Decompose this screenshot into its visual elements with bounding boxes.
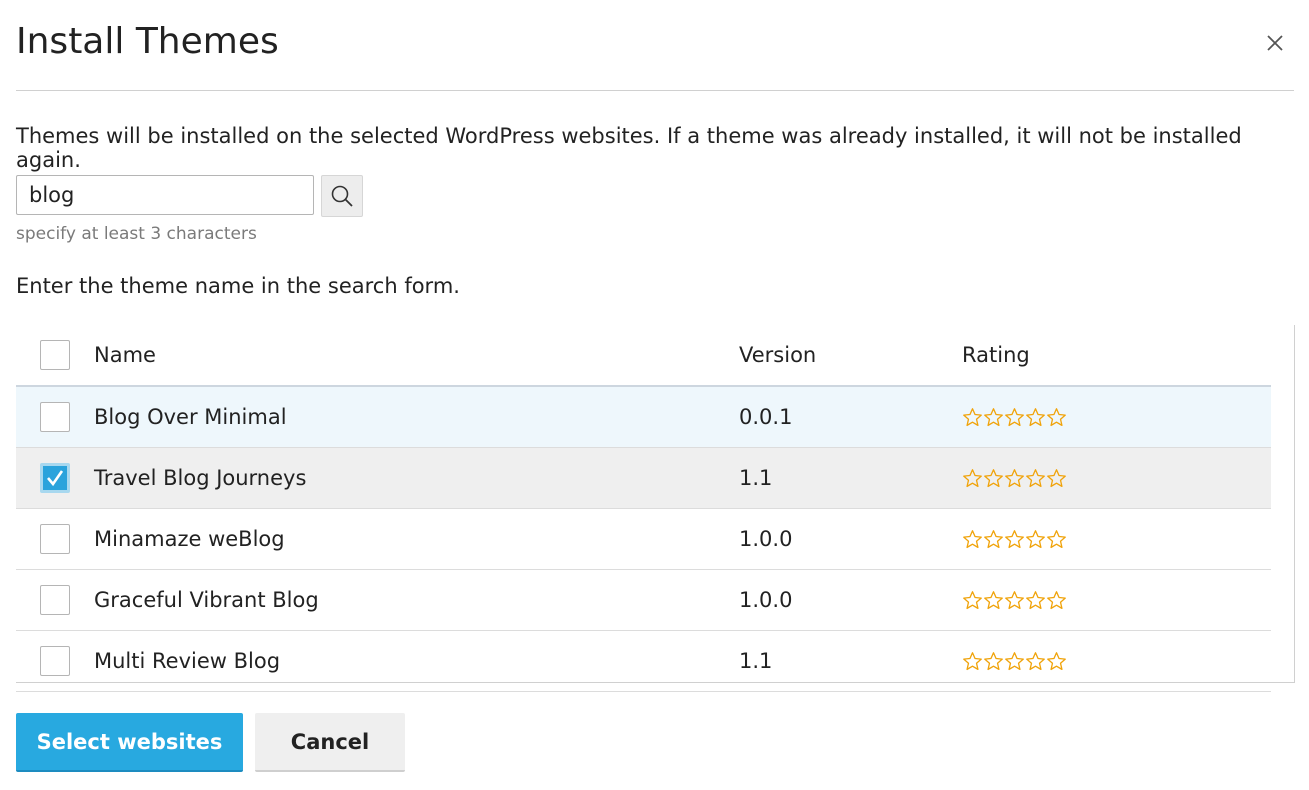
row-checkbox[interactable] [40, 463, 70, 493]
search-icon [331, 185, 353, 207]
close-button[interactable] [1262, 30, 1288, 56]
theme-name: Blog Over Minimal [94, 405, 287, 429]
star-icon [1047, 469, 1066, 488]
star-icon [1005, 591, 1024, 610]
rating-stars [962, 529, 1067, 550]
star-icon [1047, 652, 1066, 671]
checkmark-icon [47, 470, 64, 487]
row-checkbox[interactable] [40, 585, 70, 615]
search-button[interactable] [321, 175, 363, 217]
star-icon [963, 408, 982, 427]
star-icon [1026, 652, 1045, 671]
theme-name: Minamaze weBlog [94, 527, 285, 551]
star-icon [963, 530, 982, 549]
cancel-button[interactable]: Cancel [255, 713, 405, 772]
rating-stars [962, 651, 1067, 672]
star-icon [1005, 652, 1024, 671]
table-header: Name Version Rating [16, 325, 1271, 387]
theme-version: 1.0.0 [739, 588, 793, 612]
star-icon [984, 652, 1003, 671]
row-checkbox[interactable] [40, 524, 70, 554]
star-icon [963, 591, 982, 610]
star-icon [984, 591, 1003, 610]
footer-divider [16, 682, 1294, 683]
themes-table: Name Version Rating Blog Over Minimal 0.0… [16, 325, 1271, 692]
select-websites-button[interactable]: Select websites [16, 713, 243, 772]
table-row[interactable]: Blog Over Minimal 0.0.1 [16, 387, 1271, 448]
star-icon [1005, 530, 1024, 549]
star-icon [984, 408, 1003, 427]
theme-name: Graceful Vibrant Blog [94, 588, 319, 612]
row-checkbox[interactable] [40, 402, 70, 432]
info-text: Enter the theme name in the search form. [16, 274, 460, 298]
scroll-area-edge [1294, 325, 1295, 683]
star-icon [1005, 408, 1024, 427]
star-icon [1026, 591, 1045, 610]
column-header-version[interactable]: Version [739, 325, 816, 385]
dialog-description: Themes will be installed on the selected… [16, 124, 1242, 172]
column-header-rating[interactable]: Rating [962, 325, 1030, 385]
star-icon [984, 469, 1003, 488]
header-divider [16, 90, 1294, 91]
table-row[interactable]: Graceful Vibrant Blog 1.0.0 [16, 570, 1271, 631]
select-all-checkbox[interactable] [40, 340, 70, 370]
star-icon [1026, 469, 1045, 488]
row-checkbox[interactable] [40, 646, 70, 676]
table-row[interactable]: Travel Blog Journeys 1.1 [16, 448, 1271, 509]
table-row[interactable]: Minamaze weBlog 1.0.0 [16, 509, 1271, 570]
dialog-title: Install Themes [16, 21, 279, 62]
search-input[interactable] [16, 175, 314, 215]
star-icon [963, 469, 982, 488]
star-icon [1026, 530, 1045, 549]
star-icon [1026, 408, 1045, 427]
theme-version: 0.0.1 [739, 405, 793, 429]
star-icon [1047, 530, 1066, 549]
rating-stars [962, 407, 1067, 428]
star-icon [1005, 469, 1024, 488]
rating-stars [962, 468, 1067, 489]
column-header-name[interactable]: Name [94, 325, 156, 385]
close-icon [1267, 35, 1283, 51]
star-icon [963, 652, 982, 671]
star-icon [1047, 591, 1066, 610]
search-hint: specify at least 3 characters [16, 224, 257, 244]
rating-stars [962, 590, 1067, 611]
star-icon [984, 530, 1003, 549]
star-icon [1047, 408, 1066, 427]
theme-version: 1.0.0 [739, 527, 793, 551]
theme-version: 1.1 [739, 466, 773, 490]
theme-name: Travel Blog Journeys [94, 466, 307, 490]
